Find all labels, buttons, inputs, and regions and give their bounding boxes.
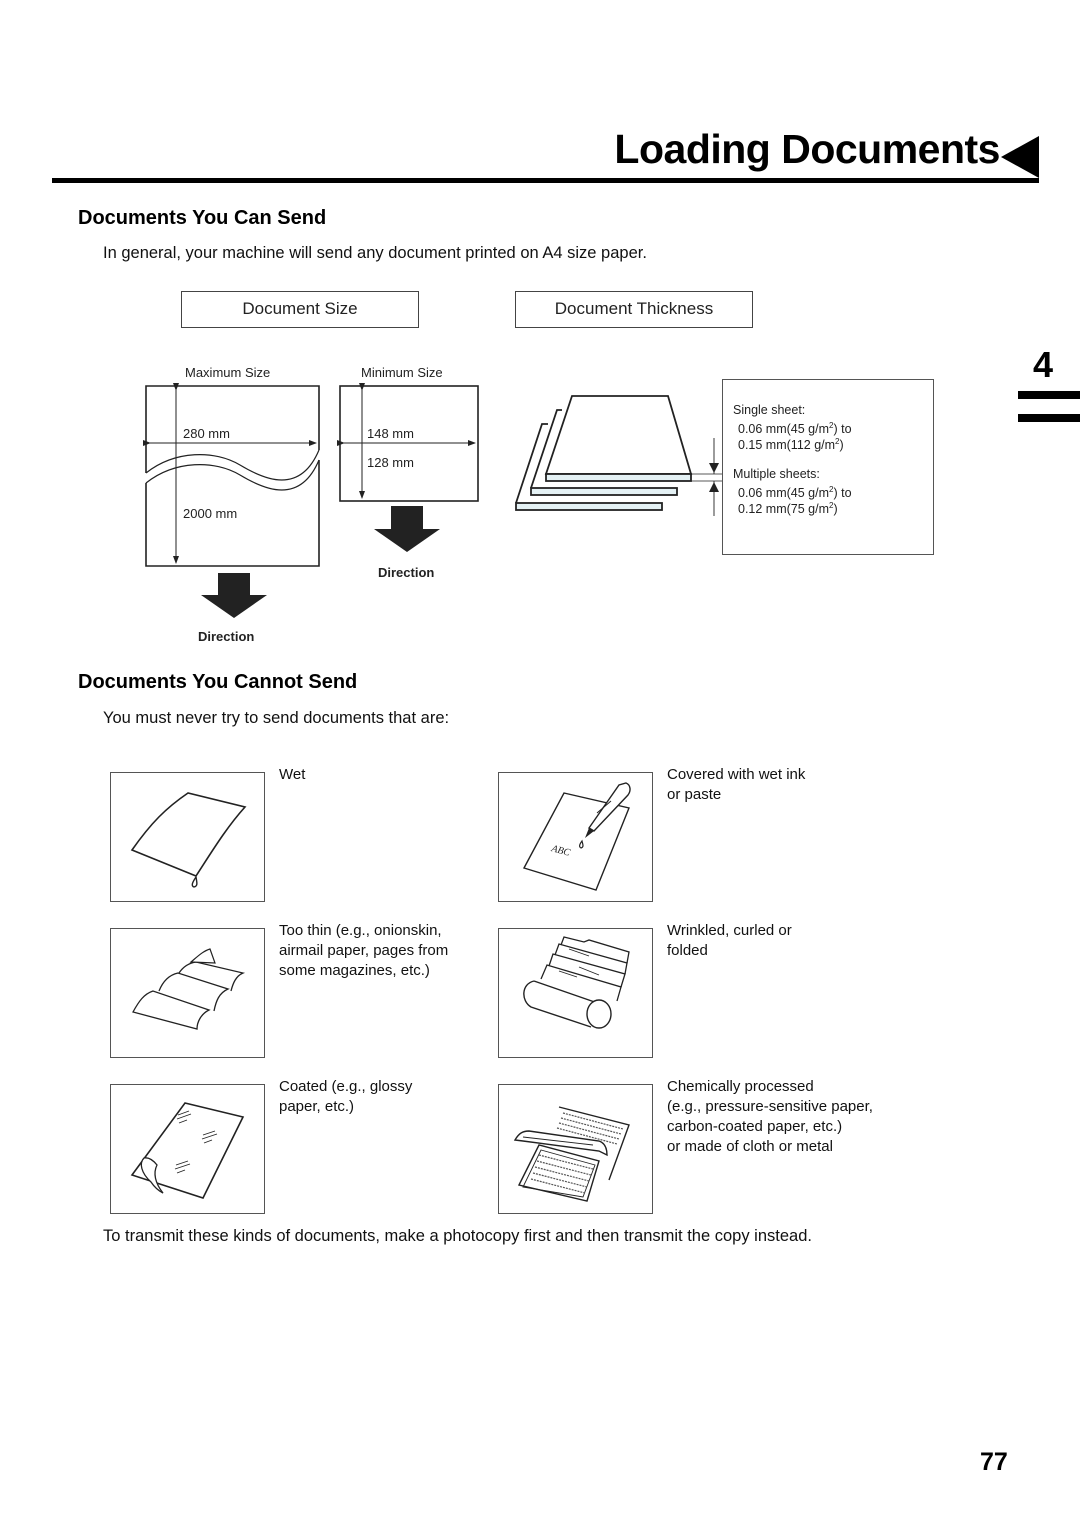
item-label-wet: Wet	[279, 766, 306, 783]
list-item-illustration	[498, 1084, 653, 1214]
thickness-diagram	[515, 395, 722, 516]
section-heading-cannot-send: Documents You Cannot Send	[78, 671, 358, 693]
wrinkled-paper-icon	[523, 936, 630, 1029]
list-item-illustration	[498, 928, 653, 1058]
thin-paper-icon	[132, 948, 246, 1030]
list-item-illustration	[110, 928, 265, 1058]
item-label-chemically-processed: Chemically processed (e.g., pressure-sen…	[667, 1078, 873, 1155]
multiple-sheets-label: Multiple sheets:	[733, 467, 820, 481]
list-item-illustration: ABC	[498, 772, 653, 902]
carbon-paper-icon	[513, 1106, 630, 1202]
cannot-send-intro: You must never try to send documents tha…	[103, 709, 450, 727]
item-label-wrinkled: Wrinkled, curled or folded	[667, 922, 792, 959]
list-item-illustration	[110, 1084, 265, 1214]
page-number: 77	[980, 1448, 1008, 1476]
list-item-illustration	[110, 772, 265, 902]
pen-ink-icon: ABC	[522, 782, 631, 891]
item-label-coated: Coated (e.g., glossy paper, etc.)	[279, 1078, 413, 1115]
single-sheet-label: Single sheet:	[733, 403, 806, 417]
coated-paper-icon	[130, 1102, 245, 1199]
thickness-spec-box: Single sheet: 0.06 mm(45 g/m2) to 0.15 m…	[722, 379, 934, 555]
single-sheet-max: 0.15 mm(112 g/m2)	[738, 437, 844, 453]
multiple-sheets-max: 0.12 mm(75 g/m2)	[738, 501, 838, 517]
item-label-too-thin: Too thin (e.g., onionskin, airmail paper…	[279, 922, 449, 979]
photocopy-note: To transmit these kinds of documents, ma…	[103, 1227, 812, 1245]
wet-paper-icon	[130, 792, 247, 888]
item-label-wet-ink: Covered with wet ink or paste	[667, 766, 806, 803]
